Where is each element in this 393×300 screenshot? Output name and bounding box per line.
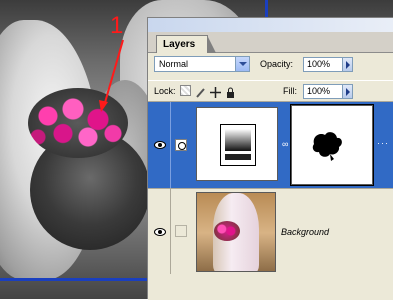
panel-tabstrip: Layers — [148, 32, 393, 53]
lock-transparent-pixels-icon[interactable] — [180, 85, 191, 96]
adjustment-layer-icon — [220, 124, 256, 166]
annotation-label-1: 1 — [110, 12, 124, 39]
layer-link-box[interactable] — [175, 225, 187, 237]
more-options-icon[interactable]: ··· — [377, 138, 389, 148]
lock-image-pixels-icon[interactable] — [195, 85, 206, 98]
panel-titlebar[interactable] — [148, 18, 393, 33]
circle-icon — [178, 142, 186, 150]
divider — [170, 189, 171, 275]
layer-mask-thumbnail[interactable] — [290, 104, 374, 186]
lock-position-icon[interactable] — [210, 85, 221, 98]
background-layer-thumbnail[interactable] — [196, 192, 276, 272]
background-layer-name: Background — [281, 227, 330, 237]
chevron-down-icon[interactable] — [235, 57, 249, 71]
layer-link-box[interactable] — [175, 139, 187, 151]
lock-label: Lock: — [154, 86, 176, 96]
opacity-field[interactable]: 100% — [303, 57, 343, 72]
mask-shape — [312, 132, 342, 161]
blend-mode-value: Normal — [159, 59, 189, 69]
blend-opacity-row: Normal Opacity: 100% — [148, 53, 393, 77]
adjustment-layer-thumbnail[interactable] — [196, 107, 278, 181]
lock-all-icon[interactable] — [225, 85, 236, 98]
tab-layers[interactable]: Layers — [156, 35, 217, 53]
opacity-label: Opacity: — [260, 59, 294, 69]
opacity-slider-arrow-icon[interactable] — [342, 57, 353, 72]
blend-mode-select[interactable]: Normal — [154, 56, 250, 72]
bouquet-thumb — [214, 221, 240, 241]
divider — [170, 102, 171, 188]
layers-panel: Layers Normal Opacity: 100% Lock: Fill: … — [147, 17, 393, 300]
lock-fill-row: Lock: Fill: 100% — [148, 80, 393, 102]
visibility-eye-icon[interactable] — [154, 140, 166, 150]
fill-label: Fill: — [283, 86, 297, 96]
fill-field[interactable]: 100% — [303, 84, 343, 99]
layer-row-background[interactable]: Background — [148, 188, 393, 275]
mask-link-chain-icon[interactable]: ∞ — [282, 139, 288, 149]
gradient-bar — [225, 154, 251, 160]
visibility-eye-icon[interactable] — [154, 227, 166, 237]
gradient-preview — [225, 129, 251, 151]
layer-row-adjustment[interactable]: ∞ ··· — [148, 102, 393, 188]
fill-slider-arrow-icon[interactable] — [342, 84, 353, 99]
panel-footer — [148, 274, 393, 300]
